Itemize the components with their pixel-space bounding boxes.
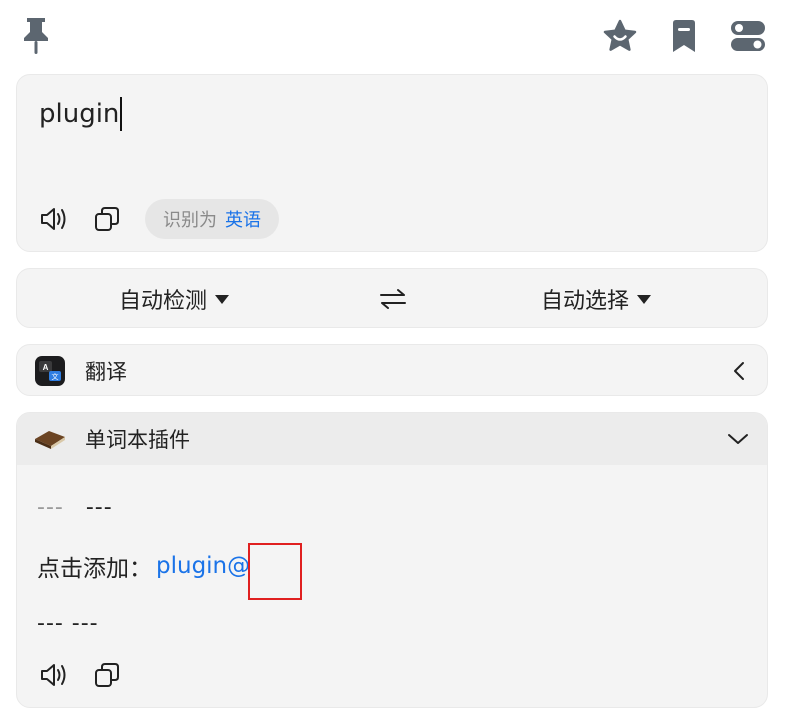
svg-text:A: A [43,363,49,372]
source-language-select[interactable]: 自动检测 [119,269,230,329]
query-text: plugin [39,99,120,129]
speaker-icon[interactable] [39,661,69,693]
star-icon[interactable] [600,16,640,56]
target-language-select[interactable]: 自动选择 [541,269,652,329]
caret-down-icon [215,294,230,304]
wordbook-plugin-header[interactable]: 单词本插件 [17,413,767,465]
input-panel[interactable]: plugin 识别为 英语 [16,74,768,252]
source-language-label: 自动检测 [119,289,208,314]
example-dashes: --- --- [37,611,99,636]
add-word-link[interactable]: plugin@ [156,553,250,579]
phonetic-dashes: --- [37,495,64,520]
chevron-down-icon[interactable] [725,429,751,449]
speaker-icon[interactable] [39,205,69,237]
detected-language-chip[interactable]: 识别为 英语 [145,199,279,239]
plugin-actions [39,661,121,693]
swap-arrows-icon[interactable] [375,283,411,315]
svg-text:文: 文 [52,372,59,381]
toggle-settings-icon[interactable] [726,16,770,56]
input-actions [39,205,121,237]
detected-language: 英语 [225,210,261,231]
book-icon [33,427,67,451]
translate-service-header[interactable]: A 文 翻译 [16,344,768,396]
language-bar: 自动检测 自动选择 [16,268,768,328]
chevron-left-icon[interactable] [729,359,749,383]
translate-service-title: 翻译 [85,360,127,384]
toolbar [0,0,790,72]
detected-label: 识别为 [163,210,217,231]
wordbook-plugin-panel: 单词本插件 --- --- 点击添加： plugin@ --- --- [16,412,768,708]
caret-down-icon [637,294,652,304]
copy-icon[interactable] [93,661,121,693]
text-caret [120,97,123,131]
add-word-label: 点击添加： [37,556,152,582]
pin-icon[interactable] [20,14,52,56]
target-language-label: 自动选择 [541,289,630,314]
phonetic-placeholder: --- --- [37,495,113,520]
add-word-row: 点击添加： plugin@ [37,549,250,583]
query-input[interactable]: plugin [39,97,123,131]
translate-app-icon: A 文 [35,356,65,386]
highlight-box [248,543,302,600]
bookmark-icon[interactable] [664,16,704,56]
copy-icon[interactable] [93,205,121,237]
wordbook-plugin-title: 单词本插件 [85,428,190,452]
definition-dashes: --- [85,495,113,520]
